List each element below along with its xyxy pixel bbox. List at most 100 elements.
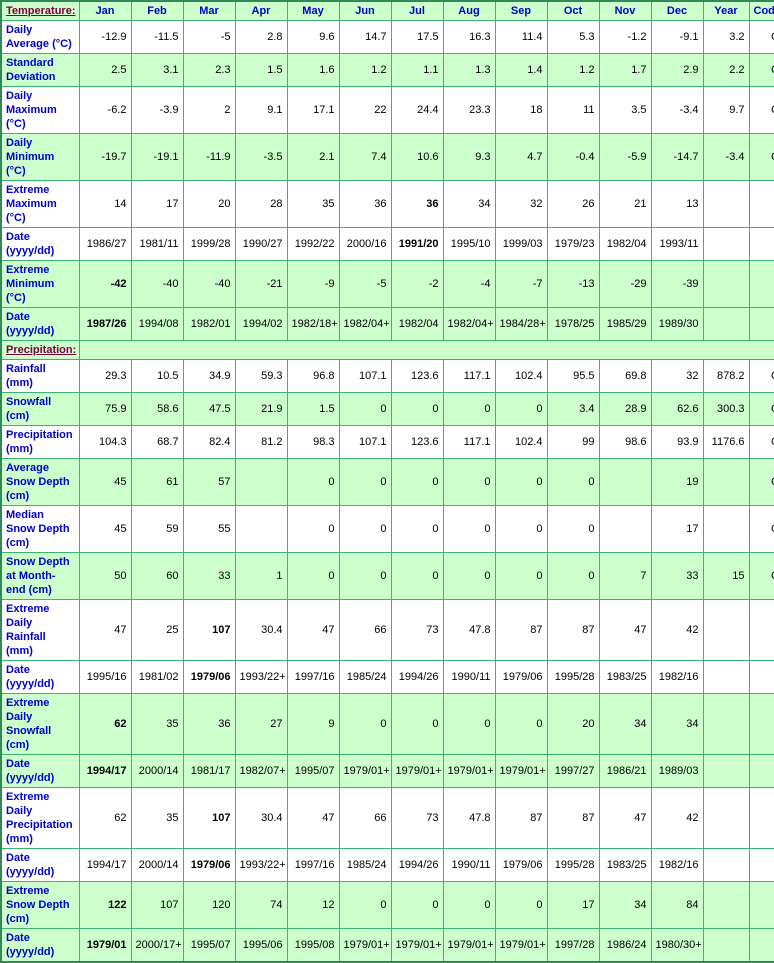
cell-value: 878.2 xyxy=(702,359,750,393)
cell-value: 1986/21 xyxy=(598,754,652,788)
cell-value: 1995/07 xyxy=(182,928,236,963)
cell-value: 1981/11 xyxy=(130,227,184,261)
cell-value: 1986/24 xyxy=(598,928,652,963)
cell-value: 0 xyxy=(286,505,340,553)
cell-value: 62 xyxy=(78,693,132,755)
cell-value: 1979/23 xyxy=(546,227,600,261)
cell-value: 10.6 xyxy=(390,133,444,181)
cell-value: -19.1 xyxy=(130,133,184,181)
table-row: Median Snow Depth (cm)45595500000017C xyxy=(0,505,774,553)
cell-value xyxy=(702,505,750,553)
table-row: Date (yyyy/dd) 1994/17 2000/14 1979/06 1993/… xyxy=(0,848,774,882)
cell-value: 102.4 xyxy=(494,359,548,393)
section-title-temperature: Temperature: xyxy=(0,0,80,21)
cell-value: 1982/04+ xyxy=(338,307,392,341)
cell-value: 15 xyxy=(702,552,750,600)
column-header-may: May xyxy=(286,0,340,21)
cell-value: -29 xyxy=(598,260,652,308)
cell-value: 1993/11 xyxy=(650,227,704,261)
cell-value: 99 xyxy=(546,425,600,459)
column-header-code: Code xyxy=(748,0,774,21)
cell-value: 34 xyxy=(442,180,496,228)
cell-value: -7 xyxy=(494,260,548,308)
cell-value: 27 xyxy=(234,693,288,755)
cell-value: 1999/28 xyxy=(182,227,236,261)
cell-value: 75.9 xyxy=(78,392,132,426)
cell-value: 14.7 xyxy=(338,20,392,54)
cell-value: 1 xyxy=(234,552,288,600)
cell-value: 0 xyxy=(286,458,340,506)
cell-value: 107.1 xyxy=(338,359,392,393)
cell-value: 28 xyxy=(234,180,288,228)
cell-value: -14.7 xyxy=(650,133,704,181)
cell-value xyxy=(702,787,750,849)
cell-value: 1995/07 xyxy=(286,754,340,788)
row-label: Snow Depth at Month-end (cm) xyxy=(0,552,80,600)
cell-value: -11.5 xyxy=(130,20,184,54)
cell-value: -6.2 xyxy=(78,86,132,134)
section-header-filler xyxy=(78,340,774,360)
cell-code xyxy=(748,928,774,963)
cell-value: 1995/06 xyxy=(234,928,288,963)
row-label: Date (yyyy/dd) xyxy=(0,660,80,694)
cell-value xyxy=(702,307,750,341)
cell-code: C xyxy=(748,505,774,553)
cell-value: 47 xyxy=(286,787,340,849)
cell-value: 74 xyxy=(234,881,288,929)
cell-value: 13 xyxy=(650,180,704,228)
row-label: Standard Deviation xyxy=(0,53,80,87)
cell-value: 1997/16 xyxy=(286,660,340,694)
cell-value xyxy=(702,180,750,228)
table-row: Date (yyyy/dd) 1987/26 1994/08 1982/01 1994/… xyxy=(0,307,774,341)
cell-value: 33 xyxy=(650,552,704,600)
cell-value xyxy=(702,599,750,661)
cell-value: 87 xyxy=(494,787,548,849)
cell-value: 1978/25 xyxy=(546,307,600,341)
cell-value: 1985/29 xyxy=(598,307,652,341)
cell-value: 3.1 xyxy=(130,53,184,87)
row-label: Median Snow Depth (cm) xyxy=(0,505,80,553)
cell-value: 1.1 xyxy=(390,53,444,87)
cell-value: -1.2 xyxy=(598,20,652,54)
cell-value: 69.8 xyxy=(598,359,652,393)
column-header-apr: Apr xyxy=(234,0,288,21)
cell-value: 2000/14 xyxy=(130,754,184,788)
cell-value: 1979/01+ xyxy=(494,928,548,963)
cell-value: 1982/18+ xyxy=(286,307,340,341)
cell-value: 107 xyxy=(182,599,236,661)
cell-value xyxy=(702,458,750,506)
cell-value: 0 xyxy=(494,552,548,600)
cell-code xyxy=(748,660,774,694)
cell-value: 45 xyxy=(78,505,132,553)
climate-table-body: Temperature: Jan Feb Mar Apr May Jun Jul Aug Sep O… xyxy=(0,0,774,963)
table-row: Extreme Daily Precipitation (mm) 62 35 107 3… xyxy=(0,787,774,849)
cell-value: 58.6 xyxy=(130,392,184,426)
cell-value: 10.5 xyxy=(130,359,184,393)
cell-value: 96.8 xyxy=(286,359,340,393)
cell-value: 0 xyxy=(338,552,392,600)
cell-value xyxy=(598,458,652,506)
row-label: Extreme Snow Depth (cm) xyxy=(0,881,80,929)
cell-value: 1985/24 xyxy=(338,660,392,694)
cell-value: 35 xyxy=(286,180,340,228)
cell-value: 1997/27 xyxy=(546,754,600,788)
cell-code xyxy=(748,599,774,661)
cell-value: -0.4 xyxy=(546,133,600,181)
table-row: Snow Depth at Month-end (cm) 50 60 33 1 0 0 0 0 0… xyxy=(0,552,774,600)
cell-value: -19.7 xyxy=(78,133,132,181)
cell-value xyxy=(702,660,750,694)
cell-code: C xyxy=(748,86,774,134)
cell-code xyxy=(748,848,774,882)
cell-value: 1.5 xyxy=(286,392,340,426)
cell-value: 36 xyxy=(182,693,236,755)
cell-value: 1979/01+ xyxy=(442,754,496,788)
cell-value: 0 xyxy=(442,552,496,600)
cell-value: 0 xyxy=(494,881,548,929)
cell-value: 0 xyxy=(338,693,392,755)
table-row: Date (yyyy/dd) 1995/16 1981/02 1979/06 1993/… xyxy=(0,660,774,694)
row-label: Date (yyyy/dd) xyxy=(0,227,80,261)
cell-value: 59.3 xyxy=(234,359,288,393)
cell-value: 9.3 xyxy=(442,133,496,181)
cell-value: 117.1 xyxy=(442,425,496,459)
table-row: Date (yyyy/dd) 1994/17 2000/14 1981/17 1982/… xyxy=(0,754,774,788)
